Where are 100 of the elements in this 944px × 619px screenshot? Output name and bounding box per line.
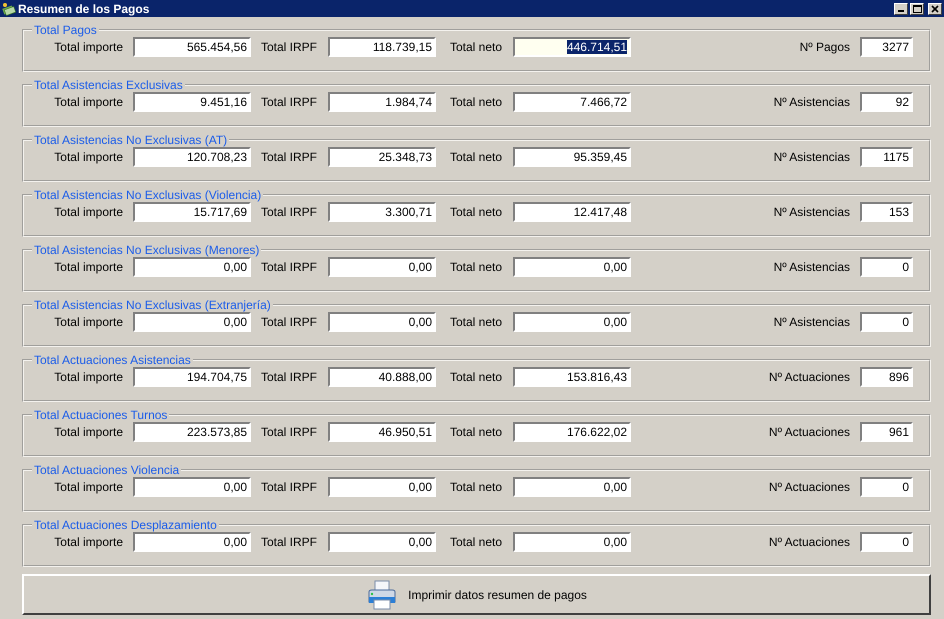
print-button[interactable]: Imprimir datos resumen de pagos <box>22 574 931 615</box>
amount-field[interactable]: 0 <box>860 312 913 332</box>
group-title: Total Actuaciones Asistencias <box>33 353 192 367</box>
field-label: Total IRPF <box>261 95 318 109</box>
field-label: Total IRPF <box>261 205 318 219</box>
amount-field[interactable]: 12.417,48 <box>513 202 631 222</box>
field-label: Total neto <box>449 480 503 494</box>
amount-field[interactable]: 46.950,51 <box>328 422 436 442</box>
field-label: Nº Actuaciones <box>768 535 850 549</box>
field-label: Nº Asistencias <box>772 95 850 109</box>
amount-field[interactable]: 0 <box>860 477 913 497</box>
printer-icon <box>366 578 398 610</box>
field-label: Total neto <box>449 260 503 274</box>
minimize-icon <box>898 10 904 12</box>
field-label: Nº Asistencias <box>772 315 850 329</box>
amount-field[interactable]: 0,00 <box>133 257 251 277</box>
field-label: Total importe <box>53 40 123 54</box>
amount-field[interactable]: 15.717,69 <box>133 202 251 222</box>
maximize-icon <box>912 4 922 12</box>
amount-field[interactable]: 0,00 <box>133 532 251 552</box>
amount-field[interactable]: 896 <box>860 367 913 387</box>
field-label: Total IRPF <box>261 425 318 439</box>
amount-field[interactable]: 0 <box>860 257 913 277</box>
field-label: Nº Pagos <box>798 40 850 54</box>
field-label: Total importe <box>53 95 123 109</box>
group-title: Total Asistencias Exclusivas <box>33 78 184 92</box>
amount-field[interactable]: 95.359,45 <box>513 147 631 167</box>
field-label: Total importe <box>53 370 123 384</box>
group-title: Total Asistencias No Exclusivas (AT) <box>33 133 228 147</box>
field-label: Total neto <box>449 95 503 109</box>
amount-field[interactable]: 40.888,00 <box>328 367 436 387</box>
amount-field[interactable]: 446.714,51 <box>513 37 631 57</box>
group-title: Total Asistencias No Exclusivas (Extranjería) <box>33 298 272 312</box>
field-label: Total IRPF <box>261 40 318 54</box>
field-label: Total importe <box>53 425 123 439</box>
field-label: Total importe <box>53 315 123 329</box>
field-label: Total IRPF <box>261 535 318 549</box>
amount-field[interactable]: 194.704,75 <box>133 367 251 387</box>
field-label: Total IRPF <box>261 260 318 274</box>
group-title: Total Actuaciones Desplazamiento <box>33 518 218 532</box>
amount-field[interactable]: 0,00 <box>133 312 251 332</box>
group-title: Total Asistencias No Exclusivas (Menores) <box>33 243 260 257</box>
amount-field[interactable]: 0,00 <box>328 532 436 552</box>
field-label: Nº Actuaciones <box>768 370 850 384</box>
amount-field[interactable]: 176.622,02 <box>513 422 631 442</box>
group-title: Total Actuaciones Violencia <box>33 463 180 477</box>
group-title: Total Asistencias No Exclusivas (Violencia) <box>33 188 262 202</box>
field-label: Nº Asistencias <box>772 260 850 274</box>
amount-field[interactable]: 0,00 <box>513 532 631 552</box>
minimize-button[interactable] <box>894 2 908 14</box>
amount-field[interactable]: 7.466,72 <box>513 92 631 112</box>
amount-field[interactable]: 9.451,16 <box>133 92 251 112</box>
group-title: Total Actuaciones Turnos <box>33 408 168 422</box>
amount-field[interactable]: 25.348,73 <box>328 147 436 167</box>
money-icon <box>2 2 16 16</box>
field-label: Total neto <box>449 40 503 54</box>
amount-field[interactable]: 120.708,23 <box>133 147 251 167</box>
field-label: Total IRPF <box>261 315 318 329</box>
amount-field[interactable]: 3.300,71 <box>328 202 436 222</box>
amount-field[interactable]: 0,00 <box>328 312 436 332</box>
field-label: Nº Actuaciones <box>768 425 850 439</box>
amount-field[interactable]: 565.454,56 <box>133 37 251 57</box>
field-label: Total neto <box>449 370 503 384</box>
field-label: Total neto <box>449 150 503 164</box>
amount-field[interactable]: 0,00 <box>513 477 631 497</box>
field-label: Total importe <box>53 535 123 549</box>
field-label: Total neto <box>449 425 503 439</box>
amount-field[interactable]: 0,00 <box>328 477 436 497</box>
field-label: Total neto <box>449 205 503 219</box>
field-label: Total neto <box>449 315 503 329</box>
amount-field[interactable]: 153 <box>860 202 913 222</box>
amount-field[interactable]: 0,00 <box>133 477 251 497</box>
amount-field[interactable]: 3277 <box>860 37 913 57</box>
field-label: Nº Asistencias <box>772 150 850 164</box>
maximize-button[interactable] <box>910 2 924 14</box>
amount-field[interactable]: 0,00 <box>513 312 631 332</box>
field-label: Total importe <box>53 480 123 494</box>
amount-field[interactable]: 961 <box>860 422 913 442</box>
amount-field[interactable]: 92 <box>860 92 913 112</box>
amount-field[interactable]: 1175 <box>860 147 913 167</box>
field-label: Total importe <box>53 150 123 164</box>
field-label: Total IRPF <box>261 150 318 164</box>
field-label: Total neto <box>449 535 503 549</box>
field-label: Nº Actuaciones <box>768 480 850 494</box>
amount-field[interactable]: 223.573,85 <box>133 422 251 442</box>
amount-field[interactable]: 1.984,74 <box>328 92 436 112</box>
window-title: Resumen de los Pagos <box>18 2 150 16</box>
field-label: Nº Asistencias <box>772 205 850 219</box>
amount-field[interactable]: 118.739,15 <box>328 37 436 57</box>
field-label: Total importe <box>53 205 123 219</box>
amount-field[interactable]: 0,00 <box>328 257 436 277</box>
amount-field[interactable]: 0,00 <box>513 257 631 277</box>
close-button[interactable] <box>928 2 942 14</box>
amount-field[interactable]: 153.816,43 <box>513 367 631 387</box>
field-label: Total IRPF <box>261 370 318 384</box>
group-title: Total Pagos <box>33 23 98 37</box>
amount-field[interactable]: 0 <box>860 532 913 552</box>
field-label: Total importe <box>53 260 123 274</box>
close-icon <box>931 4 939 12</box>
field-label: Total IRPF <box>261 480 318 494</box>
